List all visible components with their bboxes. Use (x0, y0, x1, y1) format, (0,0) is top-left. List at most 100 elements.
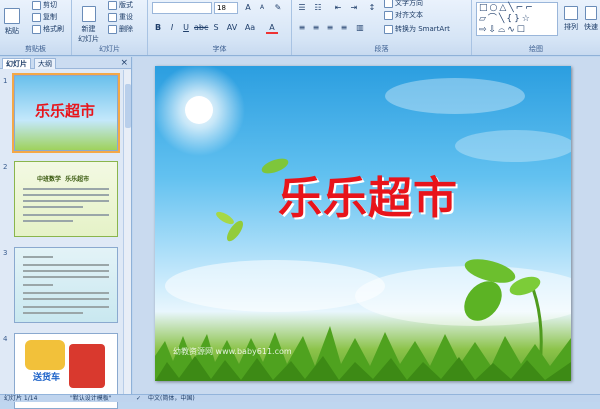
text-direction-button[interactable]: 文字方向 (384, 0, 423, 8)
sun (185, 96, 213, 124)
clipboard-group-label: 剪贴板 (25, 45, 46, 53)
paste-label: 粘贴 (5, 27, 19, 35)
thumbnail-number: 1 (3, 77, 8, 85)
slide-editing-area: 乐乐超市 幼教资源网 www.baby611.com (133, 57, 600, 402)
slide-thumbnail-3[interactable] (14, 247, 118, 323)
align-left-button[interactable]: ≡ (296, 22, 308, 34)
justify-button[interactable]: ≡ (338, 22, 350, 34)
copy-label: 复制 (43, 13, 57, 21)
arrange-button[interactable]: 排列 (564, 6, 578, 32)
shrink-font-button[interactable]: A (256, 2, 268, 14)
panel-tabs: 幻灯片 大纲 × (0, 57, 131, 69)
columns-button[interactable]: ▥ (354, 22, 366, 34)
ribbon: 粘贴 剪切 复制 格式刷 剪贴板 新建 幻灯片 版式 重设 删除 幻灯片 18 … (0, 0, 600, 56)
align-text-label: 对齐文本 (395, 11, 423, 19)
paragraph-group: ☰ ☷ ⇤ ⇥ ↕ ≡ ≡ ≡ ≡ ▥ 文字方向 对齐文本 转换为 SmartA… (292, 0, 472, 55)
drawing-group-label: 绘图 (529, 45, 543, 53)
bullets-button[interactable]: ☰ (296, 2, 308, 14)
spacing-button[interactable]: AV (226, 22, 238, 34)
delete-button[interactable]: 删除 (108, 24, 133, 34)
delete-label: 删除 (119, 25, 133, 33)
align-text-icon (384, 10, 393, 20)
slides-group: 新建 幻灯片 版式 重设 删除 幻灯片 (72, 0, 148, 55)
thumbnail-title: 送货车 (33, 373, 61, 383)
grow-font-button[interactable]: A (242, 2, 254, 14)
scrollbar-thumb[interactable] (125, 84, 131, 128)
layout-icon (108, 0, 117, 10)
reset-button[interactable]: 重设 (108, 12, 133, 22)
arrange-icon (564, 6, 578, 20)
paragraph-group-label: 段落 (374, 45, 389, 53)
cut-button[interactable]: 剪切 (32, 0, 57, 10)
underline-button[interactable]: U (180, 22, 192, 34)
thumbnail-number: 4 (3, 335, 8, 343)
thumbnail-number: 3 (3, 249, 8, 257)
text-direction-label: 文字方向 (395, 0, 423, 7)
smartart-label: 转换为 SmartArt (395, 25, 450, 33)
slide-title[interactable]: 乐乐超市 (263, 162, 473, 226)
paste-icon (4, 8, 20, 24)
slide-watermark: 幼教资源网 www.baby611.com (173, 347, 292, 356)
new-slide-button[interactable]: 新建 幻灯片 (78, 6, 99, 44)
italic-button[interactable]: I (166, 22, 178, 34)
numbering-button[interactable]: ☷ (312, 2, 324, 14)
panel-scrollbar[interactable] (123, 70, 131, 402)
tab-outline[interactable]: 大纲 (34, 58, 56, 69)
close-icon[interactable]: × (120, 57, 128, 69)
language[interactable]: 中文(简体，中国) (148, 395, 195, 402)
clear-format-button[interactable]: ✎ (272, 2, 284, 14)
arrange-label: 排列 (564, 23, 578, 31)
theme-name: "默认设计模板" (70, 395, 112, 402)
new-slide-label: 新建 幻灯片 (78, 25, 99, 43)
paste-button[interactable]: 粘贴 (4, 8, 20, 36)
shapes-gallery[interactable]: □○△╲⌐⌐ ▱⌒╲{}☆ ⇨⇩⌓∿☐ (476, 2, 558, 36)
decrease-indent-button[interactable]: ⇤ (332, 2, 344, 14)
thumbnail-number: 2 (3, 163, 8, 171)
increase-indent-button[interactable]: ⇥ (348, 2, 360, 14)
slide-count: 幻灯片 1/14 (4, 395, 38, 402)
thumbnail-title: 乐乐超市 (35, 102, 96, 120)
change-case-button[interactable]: Aa (244, 22, 256, 34)
reset-icon (108, 12, 117, 22)
align-text-button[interactable]: 对齐文本 (384, 10, 423, 20)
slide-thumbnail-1[interactable]: 乐乐超市 (12, 73, 120, 153)
tab-slides[interactable]: 幻灯片 (2, 58, 31, 69)
text-direction-icon (384, 0, 393, 8)
scissors-icon (32, 0, 41, 10)
new-slide-icon (81, 6, 96, 22)
layout-label: 版式 (119, 1, 133, 9)
format-painter-button[interactable]: 格式刷 (32, 24, 64, 34)
spellcheck-icon[interactable]: ✓ (136, 395, 141, 402)
smartart-button[interactable]: 转换为 SmartArt (384, 24, 450, 34)
quick-styles-icon (585, 6, 597, 20)
font-color-button[interactable]: A (266, 22, 278, 34)
font-group-label: 字体 (212, 45, 227, 53)
layout-button[interactable]: 版式 (108, 0, 133, 10)
delete-icon (108, 24, 117, 34)
slides-panel: 幻灯片 大纲 × 1 乐乐超市 2 中班数学 乐乐超市 3 4 送货车 (0, 57, 132, 409)
status-bar: 幻灯片 1/14 "默认设计模板" ✓ 中文(简体，中国) (0, 394, 600, 402)
copy-icon (32, 12, 41, 22)
strikethrough-button[interactable]: abc (194, 22, 208, 34)
copy-button[interactable]: 复制 (32, 12, 57, 22)
shadow-button[interactable]: S (210, 22, 222, 34)
font-group: 18 A A ✎ B I U abc S AV Aa A 字体 (148, 0, 292, 55)
leaf (216, 211, 234, 225)
reset-label: 重设 (119, 13, 133, 21)
drawing-group: □○△╲⌐⌐ ▱⌒╲{}☆ ⇨⇩⌓∿☐ 排列 快速 绘图 (472, 0, 600, 55)
font-name-field[interactable] (152, 2, 212, 14)
clipboard-group: 粘贴 剪切 复制 格式刷 剪贴板 (0, 0, 72, 55)
slide-thumbnail-2[interactable]: 中班数学 乐乐超市 (14, 161, 118, 237)
cut-label: 剪切 (43, 1, 57, 9)
align-center-button[interactable]: ≡ (310, 22, 322, 34)
quick-styles-button[interactable]: 快速 (584, 6, 598, 32)
slides-group-label: 幻灯片 (99, 45, 120, 53)
smartart-icon (384, 24, 393, 34)
font-size-field[interactable]: 18 (214, 2, 238, 14)
align-right-button[interactable]: ≡ (324, 22, 336, 34)
slide-canvas[interactable]: 乐乐超市 幼教资源网 www.baby611.com (155, 66, 571, 381)
bold-button[interactable]: B (152, 22, 164, 34)
brush-icon (32, 24, 41, 34)
thumbnail-title: 中班数学 乐乐超市 (37, 176, 90, 183)
line-spacing-button[interactable]: ↕ (366, 2, 378, 14)
